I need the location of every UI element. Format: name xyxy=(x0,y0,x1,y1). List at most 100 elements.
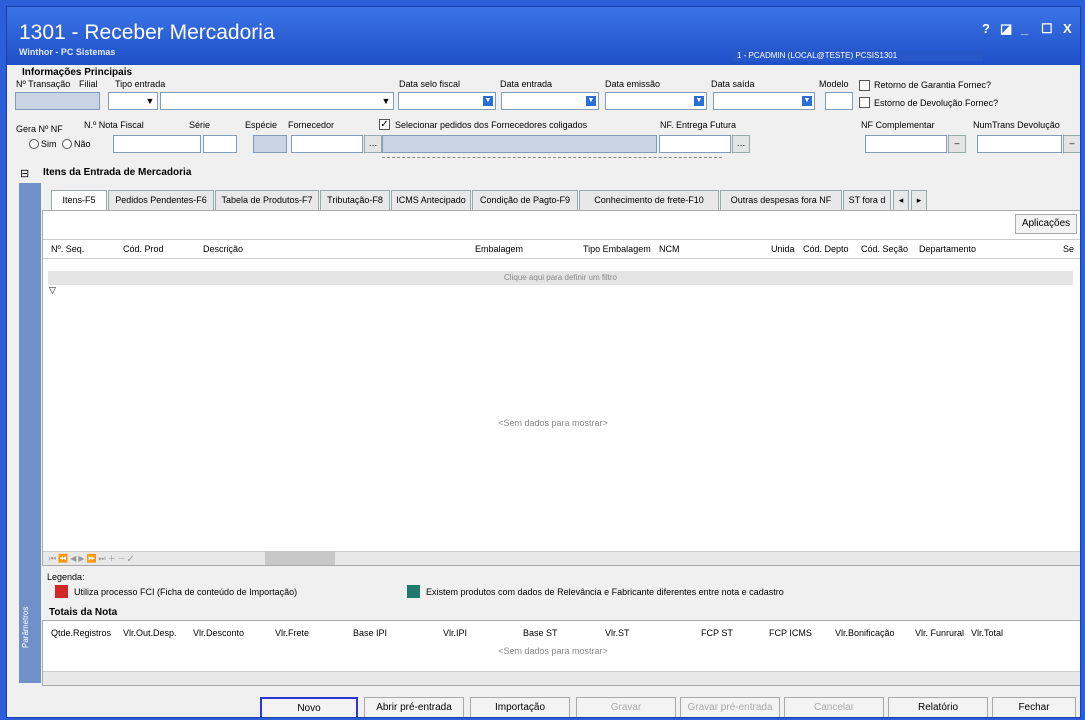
col-secao[interactable]: Se xyxy=(1063,244,1074,254)
data-selo-field[interactable]: ▼ xyxy=(398,92,496,110)
col-departamento[interactable]: Departamento xyxy=(919,244,976,254)
col-cod-depto[interactable]: Cód. Depto xyxy=(803,244,849,254)
data-saida-field[interactable]: ▼ xyxy=(713,92,815,110)
parametros-label[interactable]: Parâmetros xyxy=(21,597,39,657)
tot-col-bonificacao[interactable]: Vlr.Bonificação xyxy=(835,628,895,638)
navigator-icons[interactable]: ⏮⏪◀▶⏩⏭＋－✓ xyxy=(49,553,136,564)
tot-col-base-ipi[interactable]: Base IPI xyxy=(353,628,387,638)
filial-select[interactable]: ▼ xyxy=(108,92,158,110)
tab-scroll-left-icon[interactable]: ◂ xyxy=(893,190,909,210)
label-numtrans: NumTrans Devolução xyxy=(973,120,1060,130)
tot-col-qtde[interactable]: Qtde.Registros xyxy=(51,628,111,638)
tab-conhecimento[interactable]: Conhecimento de frete-F10 xyxy=(579,190,719,210)
label-filial: Filial xyxy=(79,79,98,89)
fornecedor-field[interactable] xyxy=(291,135,363,153)
aplicacoes-button[interactable]: Aplicações xyxy=(1015,214,1077,234)
numtrans-field[interactable] xyxy=(977,135,1062,153)
splitter[interactable] xyxy=(382,157,722,163)
section-title-totais: Totais da Nota xyxy=(49,607,118,618)
tab-condicao[interactable]: Condição de Pagto-F9 xyxy=(472,190,578,210)
label-nao: Não xyxy=(74,139,91,149)
tot-col-ipi[interactable]: Vlr.IPI xyxy=(443,628,467,638)
tot-col-total[interactable]: Vlr.Total xyxy=(971,628,1003,638)
horizontal-scrollbar[interactable] xyxy=(43,551,1080,565)
col-descricao[interactable]: Descrição xyxy=(203,244,243,254)
tab-outras-despesas[interactable]: Outras despesas fora NF xyxy=(720,190,842,210)
tot-col-fcp-st[interactable]: FCP ST xyxy=(701,628,733,638)
gravar-pre-entrada-button[interactable]: Gravar pré-entrada xyxy=(680,697,780,717)
label-data-selo: Data selo fiscal xyxy=(399,79,461,89)
col-unidade[interactable]: Unida xyxy=(771,244,795,254)
window-subtitle: Winthor - PC Sistemas xyxy=(19,47,116,57)
label-nota: N.º Nota Fiscal xyxy=(84,120,144,130)
tab-tabela-produtos[interactable]: Tabela de Produtos-F7 xyxy=(215,190,319,210)
tab-st-fora[interactable]: ST fora d xyxy=(843,190,891,210)
tipo-entrada-select[interactable]: ▼ xyxy=(160,92,394,110)
nf-futura-search-button[interactable]: … xyxy=(732,135,750,153)
chevron-down-icon: ▼ xyxy=(381,96,391,106)
calendar-dropdown-icon: ▼ xyxy=(694,96,704,106)
numtrans-button[interactable]: – xyxy=(1063,135,1080,153)
restore-icon[interactable]: ◪ xyxy=(1000,21,1012,37)
serie-field[interactable] xyxy=(203,135,237,153)
totais-scrollbar[interactable] xyxy=(43,671,1080,685)
col-tipo-embalagem[interactable]: Tipo Embalagem xyxy=(583,244,651,254)
nf-futura-field[interactable] xyxy=(659,135,731,153)
gravar-button[interactable]: Gravar xyxy=(576,697,676,717)
legend-title: Legenda: xyxy=(47,572,85,582)
label-data-entrada: Data entrada xyxy=(500,79,553,89)
tot-col-desconto[interactable]: Vlr.Desconto xyxy=(193,628,244,638)
totais-grid[interactable]: Qtde.Registros Vlr.Out.Desp. Vlr.Descont… xyxy=(42,620,1080,686)
totais-empty-message: <Sem dados para mostrar> xyxy=(498,646,608,656)
tab-tributacao[interactable]: Tributação-F8 xyxy=(320,190,390,210)
nf-compl-field[interactable] xyxy=(865,135,947,153)
filter-icon[interactable]: ▽ xyxy=(49,285,56,296)
col-ncm[interactable]: NCM xyxy=(659,244,680,254)
help-icon[interactable]: ? xyxy=(982,21,990,36)
tab-pedidos[interactable]: Pedidos Pendentes-F6 xyxy=(108,190,214,210)
maximize-icon[interactable]: ☐ xyxy=(1041,21,1053,37)
abrir-pre-entrada-button[interactable]: Abrir pré-entrada xyxy=(364,697,464,717)
label-tipo-entrada: Tipo entrada xyxy=(115,79,166,89)
gera-nf-nao-radio[interactable] xyxy=(62,139,72,149)
data-entrada-field[interactable]: ▼ xyxy=(501,92,599,110)
col-cod-prod[interactable]: Cód. Prod xyxy=(123,244,164,254)
cancelar-button[interactable]: Cancelar xyxy=(784,697,884,717)
scroll-thumb[interactable] xyxy=(265,551,335,565)
tot-col-base-st[interactable]: Base ST xyxy=(523,628,558,638)
col-cod-secao[interactable]: Cód. Seção xyxy=(861,244,908,254)
sel-pedidos-checkbox[interactable]: ✓ xyxy=(379,119,390,130)
especie-field[interactable] xyxy=(253,135,287,153)
tot-col-funrural[interactable]: Vlr. Funrural xyxy=(915,628,964,638)
modelo-field[interactable] xyxy=(825,92,853,110)
gera-nf-sim-radio[interactable] xyxy=(29,139,39,149)
data-emissao-field[interactable]: ▼ xyxy=(605,92,707,110)
filter-bar[interactable]: Clique aqui para definir um filtro xyxy=(48,271,1073,285)
novo-button[interactable]: Novo xyxy=(260,697,358,717)
minimize-icon[interactable]: _ xyxy=(1021,21,1028,36)
estorno-checkbox[interactable] xyxy=(859,97,870,108)
fechar-button[interactable]: Fechar xyxy=(992,697,1076,717)
label-nf-compl: NF Complementar xyxy=(861,120,935,130)
tot-col-outdesp[interactable]: Vlr.Out.Desp. xyxy=(123,628,177,638)
fornecedor-search-button[interactable]: … xyxy=(364,135,382,153)
close-icon[interactable]: X xyxy=(1063,21,1072,36)
tot-col-frete[interactable]: Vlr.Frete xyxy=(275,628,309,638)
nota-fiscal-field[interactable] xyxy=(113,135,201,153)
label-nf-futura: NF. Entrega Futura xyxy=(660,120,737,130)
pin-icon[interactable]: ⊟ xyxy=(20,167,29,180)
tot-col-st[interactable]: Vlr.ST xyxy=(605,628,630,638)
relatorio-button[interactable]: Relatório xyxy=(888,697,988,717)
tab-scroll-right-icon[interactable]: ▸ xyxy=(911,190,927,210)
col-seq[interactable]: Nº. Seq. xyxy=(51,244,84,254)
tot-col-fcp-icms[interactable]: FCP ICMS xyxy=(769,628,812,638)
retorno-checkbox[interactable] xyxy=(859,80,870,91)
tab-itens[interactable]: Itens-F5 xyxy=(51,190,107,212)
tab-icms[interactable]: ICMS Antecipado xyxy=(391,190,471,210)
label-gera-nf: Gera Nº NF xyxy=(16,124,63,134)
col-embalagem[interactable]: Embalagem xyxy=(475,244,523,254)
items-grid[interactable]: Aplicações Nº. Seq. Cód. Prod Descrição … xyxy=(42,210,1080,566)
importacao-button[interactable]: Importação xyxy=(470,697,570,717)
transacao-field[interactable] xyxy=(15,92,100,110)
nf-compl-button[interactable]: – xyxy=(948,135,966,153)
